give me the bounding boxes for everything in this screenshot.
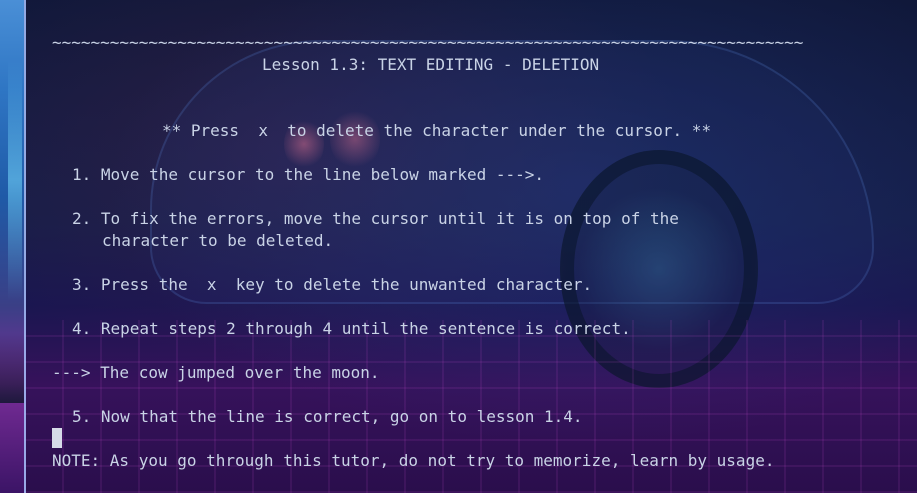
background-window-strip [0,0,24,493]
step-2: 2. To fix the errors, move the cursor un… [72,209,679,228]
lesson-title: Lesson 1.3: TEXT EDITING - DELETION [262,55,600,74]
note-line: NOTE: As you go through this tutor, do n… [52,451,775,470]
window-border [24,0,26,493]
wallpaper-silhouette [0,333,24,403]
practice-line[interactable]: ---> The cow jumped over the moon. [52,362,380,384]
screen: ~~~~~~~~~~~~~~~~~~~~~~~~~~~~~~~~~~~~~~~~… [0,0,917,493]
separator-line: ~~~~~~~~~~~~~~~~~~~~~~~~~~~~~~~~~~~~~~~~… [52,33,804,52]
text-cursor [52,428,62,448]
tutor-text[interactable]: ~~~~~~~~~~~~~~~~~~~~~~~~~~~~~~~~~~~~~~~~… [52,0,917,493]
step-1: 1. Move the cursor to the line below mar… [72,165,545,184]
step-3: 3. Press the x key to delete the unwante… [72,275,593,294]
lesson-instruction: ** Press x to delete the character under… [162,121,712,140]
step-4: 4. Repeat steps 2 through 4 until the se… [72,319,631,338]
step-2-continued: character to be deleted. [102,231,334,250]
wallpaper-glow [8,60,22,300]
step-5: 5. Now that the line is correct, go on t… [72,407,583,426]
